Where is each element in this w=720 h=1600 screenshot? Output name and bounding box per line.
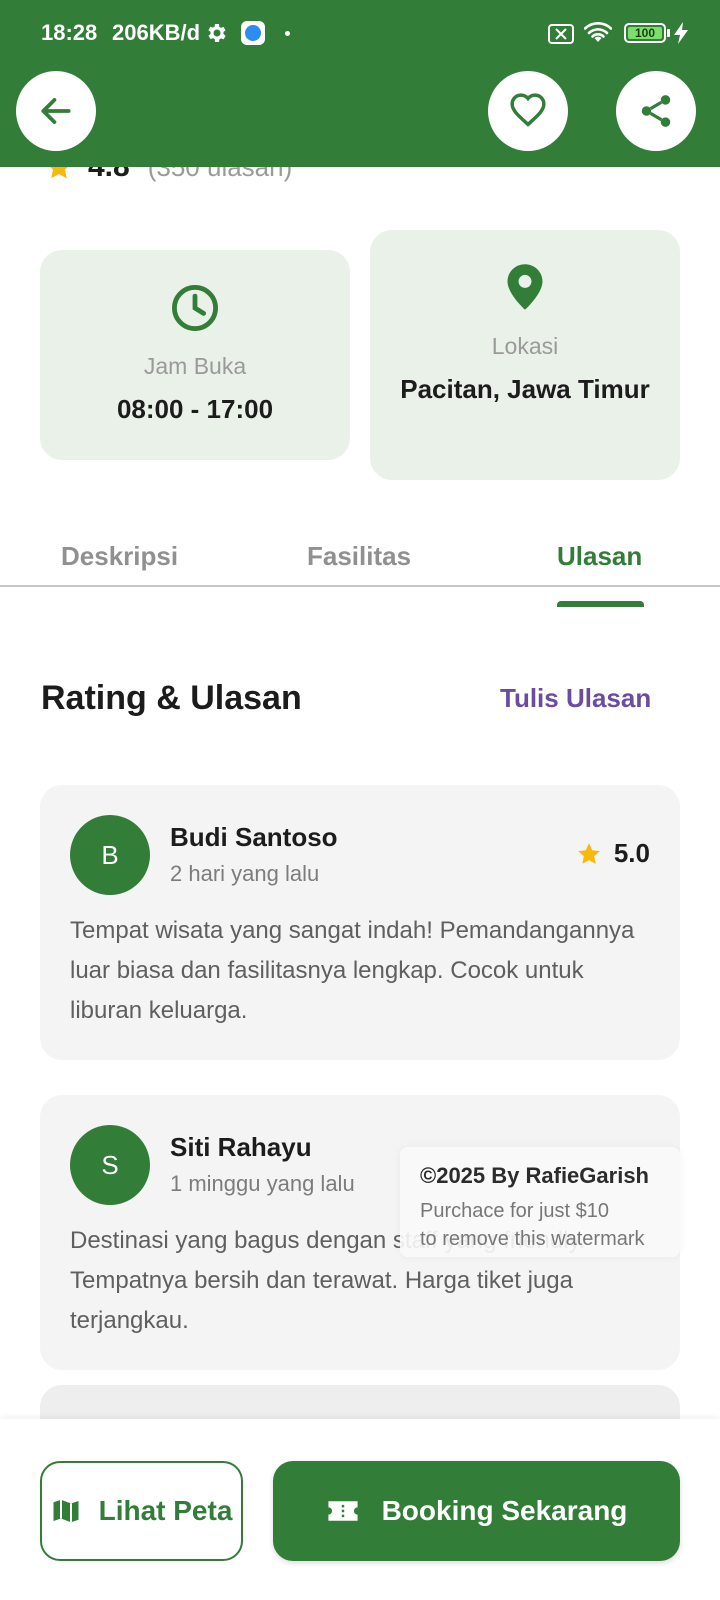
location-pin-icon xyxy=(507,264,543,310)
share-button[interactable] xyxy=(616,71,696,151)
opening-hours-label: Jam Buka xyxy=(143,353,247,379)
status-network-speed: 206KB/d xyxy=(112,20,201,45)
status-bar: 18:28 206KB/d 100 xyxy=(0,0,720,64)
reviewer-avatar: B xyxy=(70,815,150,895)
tab-fasilitas[interactable]: Fasilitas xyxy=(307,541,411,572)
gear-icon xyxy=(208,24,226,42)
app-bar xyxy=(0,64,720,167)
review-count: (350 ulasan) xyxy=(148,167,293,183)
rating-summary: 4.8 (350 ulasan) xyxy=(44,167,292,187)
section-title: Rating & Ulasan xyxy=(41,679,302,717)
review-card-partial xyxy=(40,1385,680,1419)
wifi-icon xyxy=(584,22,612,42)
status-time: 18:28 xyxy=(41,20,98,45)
reviewer-avatar: S xyxy=(70,1125,150,1205)
battery-icon: 100 xyxy=(624,23,670,43)
app-notification-icon xyxy=(241,21,265,45)
location-value: Pacitan, Jawa Timur xyxy=(400,374,650,404)
back-button[interactable] xyxy=(16,71,96,151)
opening-hours-value: 08:00 - 17:00 xyxy=(116,394,274,424)
location-label: Lokasi xyxy=(491,333,559,359)
no-sim-icon xyxy=(548,24,574,44)
review-time: 2 hari yang lalu xyxy=(170,861,320,886)
view-map-button[interactable]: Lihat Peta xyxy=(40,1461,243,1561)
watermark-line-2: to remove this watermark xyxy=(420,1228,645,1250)
review-card: B Budi Santoso 2 hari yang lalu 5.0 Temp… xyxy=(40,785,680,1060)
share-icon xyxy=(641,95,671,127)
ticket-icon xyxy=(328,1501,358,1521)
map-icon xyxy=(53,1499,79,1523)
review-score-value: 5.0 xyxy=(613,838,650,868)
reviewer-name: Budi Santoso xyxy=(170,822,338,852)
star-icon xyxy=(50,167,68,179)
watermark-overlay: ©2025 By RafieGarish Purchace for just $… xyxy=(400,1147,680,1257)
reviewer-name: Siti Rahayu xyxy=(170,1132,312,1162)
detail-tabs: Deskripsi Fasilitas Ulasan xyxy=(0,512,720,587)
watermark-line-1: Purchace for just $10 xyxy=(420,1200,609,1222)
active-tab-indicator xyxy=(557,601,644,607)
review-text: Tempat wisata yang sangat indah! Pemanda… xyxy=(70,917,635,1024)
battery-level: 100 xyxy=(628,27,662,39)
opening-hours-card: Jam Buka 08:00 - 17:00 xyxy=(40,250,350,460)
tab-deskripsi[interactable]: Deskripsi xyxy=(61,541,178,572)
favorite-button[interactable] xyxy=(488,71,568,151)
location-card: Lokasi Pacitan, Jawa Timur xyxy=(370,230,680,480)
book-now-label: Booking Sekarang xyxy=(381,1495,628,1526)
book-now-button[interactable]: Booking Sekarang xyxy=(273,1461,680,1561)
notification-dot-icon xyxy=(285,31,290,36)
arrow-back-icon xyxy=(41,98,71,124)
rating-value: 4.8 xyxy=(88,167,130,184)
bottom-action-bar: Lihat Peta Booking Sekarang xyxy=(0,1419,720,1600)
star-icon xyxy=(578,842,600,864)
write-review-link[interactable]: Tulis Ulasan xyxy=(500,683,651,714)
watermark-title: ©2025 By RafieGarish xyxy=(420,1163,649,1188)
review-time: 1 minggu yang lalu xyxy=(170,1171,355,1196)
view-map-label: Lihat Peta xyxy=(98,1495,233,1526)
review-score: 5.0 xyxy=(576,838,650,869)
tab-ulasan[interactable]: Ulasan xyxy=(557,541,642,572)
charging-bolt-icon xyxy=(674,22,688,44)
clock-icon xyxy=(172,285,218,331)
content-scroll[interactable]: 4.8 (350 ulasan) Jam Buka 08:00 - 17:00 … xyxy=(0,167,720,1419)
heart-outline-icon xyxy=(510,93,546,127)
